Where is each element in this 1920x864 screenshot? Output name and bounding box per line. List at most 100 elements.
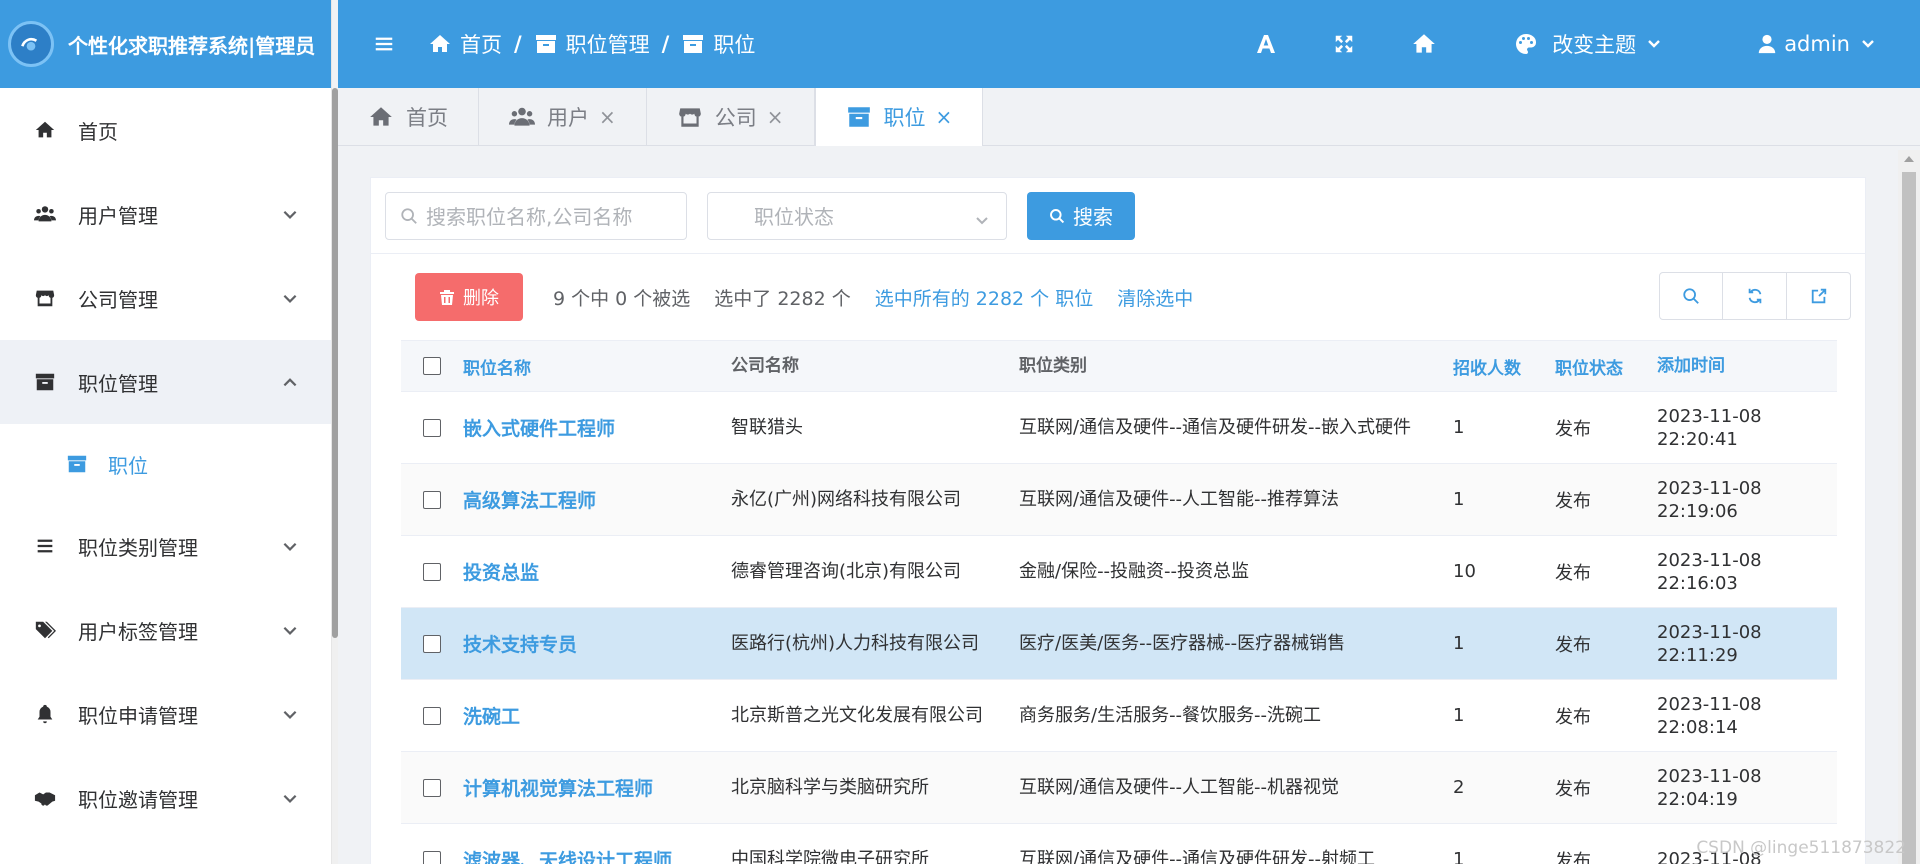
content-panel: 搜索职位名称,公司名称 职位状态 搜索 删除 9 个中 0 个被选 选中了 22… [370, 177, 1866, 864]
status-cell: 发布 [1555, 562, 1591, 584]
job-name-link[interactable]: 滤波器、天线设计工程师 [463, 846, 731, 864]
breadcrumb: 首页 / 职位管理 / 职位 [428, 29, 755, 59]
user-dropdown[interactable]: admin [1756, 32, 1876, 56]
table-row[interactable]: 投资总监 德睿管理咨询(北京)有限公司 金融/保险--投融资--投资总监 10 发布 20… [401, 536, 1837, 608]
close-icon[interactable]: × [767, 105, 784, 129]
created-cell: 2023-11-08 22:20:41 [1657, 405, 1837, 451]
main-scrollbar[interactable] [1898, 150, 1920, 864]
created-cell: 2023-11-08 22:11:29 [1657, 621, 1837, 667]
chevron-down-icon [281, 788, 299, 806]
table-row[interactable]: 滤波器、天线设计工程师 中国科学院微电子研究所 互联网/通信及硬件--通信及硬件研发… [401, 824, 1837, 864]
column-header-status[interactable]: 职位状态 [1555, 354, 1657, 379]
sidebar-item-job-category-management[interactable]: 职位类别管理 [0, 504, 331, 588]
table-body: 嵌入式硬件工程师 智联猎头 互联网/通信及硬件--通信及硬件研发--嵌入式硬件 1 发布… [401, 392, 1837, 864]
table-row[interactable]: 嵌入式硬件工程师 智联猎头 互联网/通信及硬件--通信及硬件研发--嵌入式硬件 1 发布… [401, 392, 1837, 464]
brand[interactable]: 个性化求职推荐系统|管理员 [0, 0, 331, 88]
job-name-link[interactable]: 嵌入式硬件工程师 [463, 414, 731, 441]
scroll-up-icon[interactable] [1904, 156, 1914, 162]
company-cell: 北京斯普之光文化发展有限公司 [731, 705, 983, 726]
header-right: 改变主题 admin [1252, 0, 1920, 88]
sidebar-item-company-management[interactable]: 公司管理 [0, 256, 331, 340]
tab-label: 职位 [883, 106, 926, 130]
row-checkbox-cell [401, 850, 463, 864]
main-scrollbar-thumb[interactable] [1902, 172, 1916, 864]
archive-icon [847, 107, 870, 127]
status-cell: 发布 [1555, 850, 1591, 864]
table-row[interactable]: 技术支持专员 医路行(杭州)人力科技有限公司 医疗/医美/医务--医疗器械--医疗器… [401, 608, 1837, 680]
search-icon [401, 207, 417, 224]
sidebar-subitem-job[interactable]: 职位 [0, 424, 331, 504]
created-cell: 2023-11-08 22:16:03 [1657, 549, 1837, 595]
clear-selection-link[interactable]: 清除选中 [1117, 284, 1193, 311]
close-icon[interactable]: × [599, 105, 616, 129]
tab-job[interactable]: 职位 × [814, 88, 984, 146]
tab-users[interactable]: 用户 × [479, 88, 647, 146]
sidebar-item-user-tag-management[interactable]: 用户标签管理 [0, 588, 331, 672]
job-name-link[interactable]: 投资总监 [463, 558, 731, 585]
table-row[interactable]: 洗碗工 北京斯普之光文化发展有限公司 商务服务/生活服务--餐饮服务--洗碗工 1 发布… [401, 680, 1837, 752]
row-checkbox[interactable] [423, 562, 441, 581]
table-search-button[interactable] [1659, 272, 1723, 320]
count-cell: 2 [1453, 777, 1465, 798]
row-checkbox[interactable] [423, 706, 441, 725]
tab-label: 首页 [406, 106, 448, 130]
chevron-down-icon [1646, 32, 1662, 56]
sidebar-item-label: 用户管理 [78, 203, 158, 228]
sidebar-item-job-invitation-management[interactable]: 职位邀请管理 [0, 756, 331, 840]
delete-button[interactable]: 删除 [415, 273, 523, 321]
sidebar-scrollbar[interactable] [332, 88, 338, 864]
status-select[interactable]: 职位状态 [707, 191, 1007, 240]
column-header-job-name[interactable]: 职位名称 [463, 354, 731, 379]
breadcrumb-job-management[interactable]: 职位管理 [534, 29, 650, 59]
handshake-icon [32, 785, 58, 811]
column-header-created[interactable]: 添加时间 [1657, 355, 1837, 378]
category-cell: 医疗/医美/医务--医疗器械--医疗器械销售 [1019, 633, 1346, 654]
tab-bar: 首页 用户 × 公司 × 职位 × [338, 88, 1920, 146]
created-time: 22:08:14 [1657, 716, 1738, 738]
select-all-link[interactable]: 选中所有的 2282 个 职位 [875, 284, 1093, 311]
row-checkbox[interactable] [423, 634, 441, 653]
change-theme-dropdown[interactable]: 改变主题 [1514, 29, 1662, 59]
sidebar-item-user-management[interactable]: 用户管理 [0, 172, 331, 256]
job-name-link[interactable]: 技术支持专员 [463, 630, 731, 657]
font-size-icon[interactable] [1252, 30, 1280, 58]
sidebar-item-job-management[interactable]: 职位管理 [0, 340, 331, 424]
sidebar-scrollbar-thumb[interactable] [332, 88, 338, 638]
tab-home[interactable]: 首页 [338, 88, 479, 146]
category-cell: 互联网/通信及硬件--通信及硬件研发--射频工 [1019, 849, 1376, 864]
table-row[interactable]: 高级算法工程师 永亿(广州)网络科技有限公司 互联网/通信及硬件--人工智能--推荐… [401, 464, 1837, 536]
select-all-checkbox[interactable] [423, 357, 441, 375]
export-button[interactable] [1787, 272, 1851, 320]
column-header-count[interactable]: 招收人数 [1453, 354, 1555, 379]
refresh-button[interactable] [1723, 272, 1787, 320]
row-checkbox[interactable] [423, 778, 441, 797]
tab-company[interactable]: 公司 × [647, 88, 815, 146]
fullscreen-icon[interactable] [1330, 30, 1358, 58]
chevron-down-icon [281, 620, 299, 638]
sidebar-subitem-label: 职位 [108, 453, 148, 478]
row-checkbox[interactable] [423, 850, 441, 864]
chevron-down-icon [281, 704, 299, 722]
job-name-link[interactable]: 高级算法工程师 [463, 486, 731, 513]
row-checkbox[interactable] [423, 490, 441, 509]
sidebar-item-label: 职位管理 [78, 371, 158, 396]
job-name-link[interactable]: 洗碗工 [463, 702, 731, 729]
close-icon[interactable]: × [936, 105, 953, 129]
created-time: 22:04:19 [1657, 788, 1738, 810]
job-table: 职位名称 公司名称 职位类别 招收人数 职位状态 添加时间 嵌入式硬件工程师 智联… [401, 340, 1837, 864]
breadcrumb-home[interactable]: 首页 [428, 29, 502, 59]
search-input[interactable]: 搜索职位名称,公司名称 [385, 191, 687, 240]
home-icon[interactable] [1410, 30, 1438, 58]
job-name-link[interactable]: 计算机视觉算法工程师 [463, 774, 731, 801]
sidebar-item-job-application-management[interactable]: 职位申请管理 [0, 672, 331, 756]
sidebar-item-home[interactable]: 首页 [0, 88, 331, 172]
created-time: 22:19:06 [1657, 500, 1738, 522]
menu-toggle-icon[interactable] [370, 30, 398, 58]
count-cell: 1 [1453, 633, 1465, 654]
table-row[interactable]: 计算机视觉算法工程师 北京脑科学与类脑研究所 互联网/通信及硬件--人工智能--机器… [401, 752, 1837, 824]
created-date: 2023-11-08 [1657, 693, 1762, 715]
search-button[interactable]: 搜索 [1027, 191, 1135, 240]
row-checkbox[interactable] [423, 418, 441, 437]
home-icon [430, 35, 450, 52]
users-icon [32, 201, 58, 227]
